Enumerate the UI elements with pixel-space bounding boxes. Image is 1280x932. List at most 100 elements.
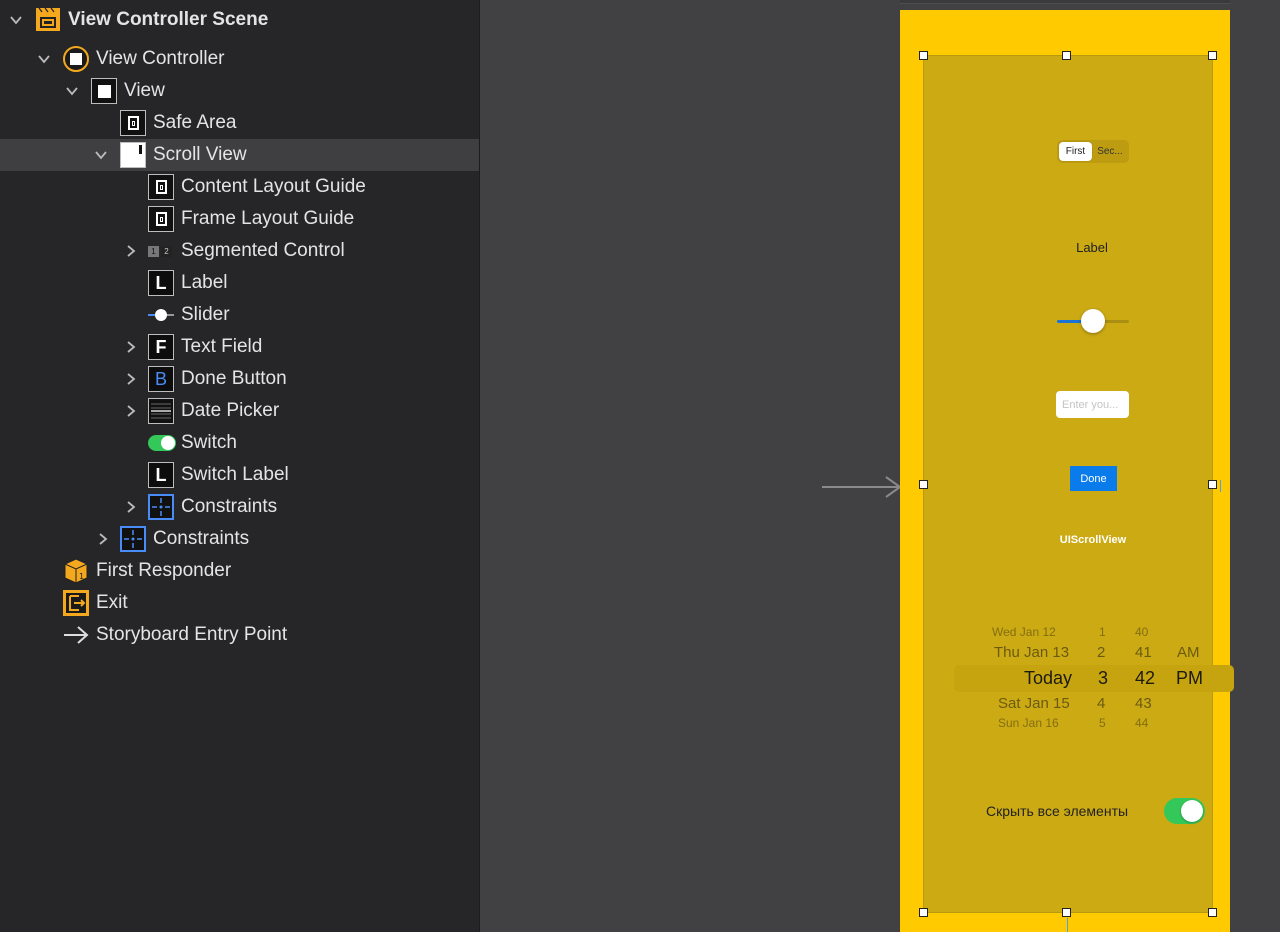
- device-view[interactable]: First Sec... Label Enter you... Done UIS…: [900, 10, 1234, 932]
- switch-icon: [148, 430, 176, 456]
- chevron-down-icon[interactable]: [37, 52, 51, 66]
- outline-item-label: First Responder: [96, 560, 232, 581]
- label[interactable]: Label: [1052, 240, 1132, 255]
- outline-item-label: Segmented Control: [181, 240, 345, 261]
- outline-item-label: Safe Area: [153, 112, 237, 133]
- scroll-view-icon: [120, 142, 146, 168]
- date-picker[interactable]: Wed Jan 12 1 40 Thu Jan 13 2 41 AM Today…: [949, 622, 1235, 728]
- chevron-right-icon[interactable]: [124, 340, 138, 354]
- outline-item-label: Switch: [181, 432, 237, 453]
- button-icon: B: [148, 366, 174, 392]
- outline-item-constraints[interactable]: Constraints: [0, 523, 479, 555]
- outline-item-view-controller[interactable]: View Controller: [0, 43, 479, 75]
- outline-item-label: Content Layout Guide: [181, 176, 366, 197]
- chevron-right-icon[interactable]: [124, 372, 138, 386]
- resize-handle[interactable]: [1062, 51, 1071, 60]
- outline-item-label: Exit: [96, 592, 128, 613]
- entry-point-arrow-icon[interactable]: [822, 475, 902, 499]
- picker-minute: 44: [1135, 716, 1149, 728]
- resize-handle[interactable]: [1062, 908, 1071, 917]
- picker-ampm-selected: PM: [1176, 668, 1203, 688]
- outline-item-label: View: [124, 80, 165, 101]
- outline-item-label-text: Label: [181, 272, 228, 293]
- outline-item-frame-layout-guide[interactable]: Frame Layout Guide: [0, 203, 479, 235]
- outline-item-scroll-view[interactable]: Scroll View: [0, 139, 479, 171]
- layout-guide-icon: [148, 206, 174, 232]
- view-icon: [91, 78, 117, 104]
- outline-item-label: Frame Layout Guide: [181, 208, 355, 229]
- slider-thumb[interactable]: [1081, 309, 1105, 333]
- segment-glyph: 1: [148, 245, 159, 257]
- resize-handle[interactable]: [1208, 908, 1217, 917]
- scroll-view-class-label: UIScrollView: [1059, 534, 1127, 546]
- outline-item-label[interactable]: L Label: [0, 267, 479, 299]
- outline-item-exit[interactable]: Exit: [0, 587, 479, 619]
- outline-item-done-button[interactable]: B Done Button: [0, 363, 479, 395]
- segment-first[interactable]: First: [1059, 142, 1092, 161]
- storyboard-canvas[interactable]: First Sec... Label Enter you... Done UIS…: [480, 0, 1280, 932]
- scene-icon: [35, 7, 61, 33]
- chevron-right-icon[interactable]: [96, 532, 110, 546]
- resize-handle[interactable]: [1208, 480, 1217, 489]
- chevron-down-icon[interactable]: [9, 13, 23, 27]
- picker-hour: 5: [1099, 716, 1106, 728]
- slider-icon: [148, 302, 174, 328]
- picker-day-selected: Today: [1024, 668, 1073, 688]
- outline-item-segmented-control[interactable]: 1 2 Segmented Control: [0, 235, 479, 267]
- picker-ampm: AM: [1177, 644, 1200, 661]
- resize-handle[interactable]: [919, 480, 928, 489]
- outline-item-storyboard-entry-point[interactable]: Storyboard Entry Point: [0, 619, 479, 651]
- exit-icon: [63, 590, 89, 616]
- picker-day: Sat Jan 15: [998, 695, 1070, 712]
- resize-handle[interactable]: [919, 51, 928, 60]
- chevron-down-icon[interactable]: [94, 148, 108, 162]
- date-picker-icon: [148, 398, 174, 424]
- picker-hour: 2: [1097, 644, 1106, 661]
- entry-arrow-icon: [63, 622, 89, 648]
- segmented-control-icon: 1 2: [148, 238, 174, 264]
- outline-item-first-responder[interactable]: 1 First Responder: [0, 555, 479, 587]
- chevron-down-icon[interactable]: [65, 84, 79, 98]
- text-field[interactable]: Enter you...: [1056, 391, 1129, 418]
- outline-item-label: Switch Label: [181, 464, 289, 485]
- segment-second[interactable]: Sec...: [1093, 142, 1127, 161]
- outline-item-label: Text Field: [181, 336, 263, 357]
- text-field-icon: F: [148, 334, 174, 360]
- picker-hour-selected: 3: [1098, 668, 1109, 688]
- outline-item-safe-area[interactable]: Safe Area: [0, 107, 479, 139]
- resize-handle[interactable]: [919, 908, 928, 917]
- switch-label[interactable]: Скрыть все элементы: [986, 803, 1128, 819]
- outline-item-date-picker[interactable]: Date Picker: [0, 395, 479, 427]
- chevron-right-icon[interactable]: [124, 500, 138, 514]
- outline-item-constraints[interactable]: Constraints: [0, 491, 479, 523]
- outline-item-content-layout-guide[interactable]: Content Layout Guide: [0, 171, 479, 203]
- outline-item-label: Scroll View: [153, 144, 247, 165]
- chevron-right-icon[interactable]: [124, 244, 138, 258]
- outline-item-view[interactable]: View: [0, 75, 479, 107]
- outline-item-view-controller-scene[interactable]: View Controller Scene: [0, 4, 479, 36]
- picker-day: Thu Jan 13: [994, 644, 1070, 661]
- outline-item-switch[interactable]: Switch: [0, 427, 479, 459]
- segmented-control[interactable]: First Sec...: [1057, 140, 1129, 163]
- picker-day: Wed Jan 12: [992, 625, 1056, 639]
- outline-item-text-field[interactable]: F Text Field: [0, 331, 479, 363]
- scroll-view[interactable]: First Sec... Label Enter you... Done UIS…: [923, 55, 1234, 913]
- outline-item-label: Constraints: [181, 496, 278, 517]
- outline-item-label: View Controller Scene: [68, 9, 269, 30]
- resize-handle[interactable]: [1208, 51, 1217, 60]
- outline-item-slider[interactable]: Slider: [0, 299, 479, 331]
- constraint-indicator: [1067, 918, 1068, 932]
- picker-hour: 1: [1099, 625, 1106, 639]
- svg-text:1: 1: [79, 572, 84, 581]
- picker-hour: 4: [1097, 695, 1106, 712]
- done-button[interactable]: Done: [1070, 466, 1117, 491]
- outline-item-label: View Controller: [96, 48, 225, 69]
- outline-item-label: Storyboard Entry Point: [96, 624, 288, 645]
- layout-guide-icon: [120, 110, 146, 136]
- switch[interactable]: [1164, 798, 1205, 824]
- document-outline: View Controller Scene View Controller Vi…: [0, 0, 480, 932]
- outline-item-switch-label[interactable]: L Switch Label: [0, 459, 479, 491]
- picker-minute: 43: [1135, 695, 1152, 712]
- first-responder-icon: 1: [63, 558, 89, 584]
- chevron-right-icon[interactable]: [124, 404, 138, 418]
